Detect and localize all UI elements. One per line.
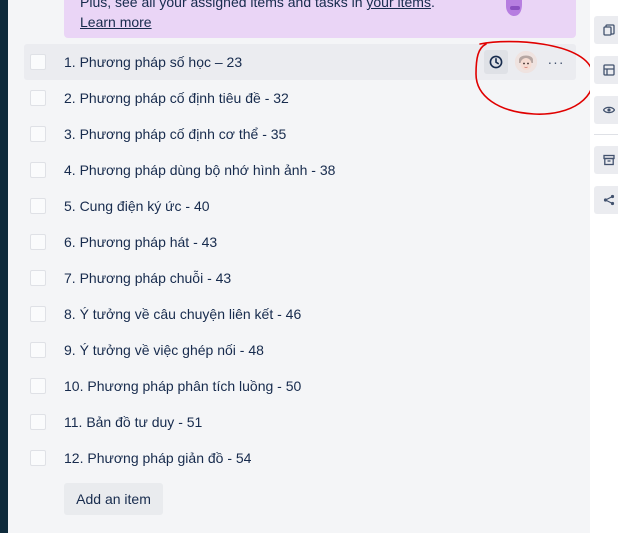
item-checkbox[interactable]: [30, 198, 46, 214]
template-icon: [603, 64, 615, 76]
more-icon: ···: [547, 54, 565, 70]
checklist-item[interactable]: 4. Phương pháp dùng bộ nhớ hình ảnh - 38: [24, 152, 576, 188]
item-label[interactable]: 2. Phương pháp cố định tiêu đề - 32: [64, 89, 289, 107]
checklist-item[interactable]: 9. Ý tưởng về việc ghép nối - 48: [24, 332, 576, 368]
watch-button[interactable]: [594, 96, 618, 124]
item-label[interactable]: 1. Phương pháp số học – 23: [64, 53, 242, 71]
checklist-item[interactable]: 2. Phương pháp cố định tiêu đề - 32: [24, 80, 576, 116]
item-checkbox[interactable]: [30, 414, 46, 430]
learn-more-link[interactable]: Learn more: [80, 12, 152, 32]
item-checkbox[interactable]: [30, 234, 46, 250]
item-checkbox[interactable]: [30, 270, 46, 286]
item-actions: ···: [484, 50, 568, 74]
archive-button[interactable]: [594, 146, 618, 174]
make-template-button[interactable]: [594, 56, 618, 84]
app-left-rail: [0, 0, 8, 533]
item-checkbox[interactable]: [30, 126, 46, 142]
promo-text: Plus, see all your assigned items and ta…: [80, 0, 435, 12]
item-label[interactable]: 3. Phương pháp cố định cơ thể - 35: [64, 125, 286, 143]
item-label[interactable]: 6. Phương pháp hát - 43: [64, 233, 217, 251]
share-icon: [603, 194, 615, 206]
pointing-hand-icon: [506, 0, 522, 16]
checklist-item[interactable]: 8. Ý tưởng về câu chuyện liên kết - 46: [24, 296, 576, 332]
card-actions-sidebar: [590, 0, 618, 533]
your-items-link[interactable]: your items: [366, 0, 431, 10]
checklist-item[interactable]: 12. Phương pháp giản đồ - 54: [24, 440, 576, 476]
copy-button[interactable]: [594, 16, 618, 44]
copy-icon: [603, 24, 615, 36]
item-checkbox[interactable]: [30, 306, 46, 322]
item-checkbox[interactable]: [30, 54, 46, 70]
item-checkbox[interactable]: [30, 378, 46, 394]
share-button[interactable]: [594, 186, 618, 214]
item-label[interactable]: 5. Cung điện ký ức - 40: [64, 197, 210, 215]
archive-icon: [603, 154, 615, 166]
checklist-item[interactable]: 5. Cung điện ký ức - 40: [24, 188, 576, 224]
item-label[interactable]: 8. Ý tưởng về câu chuyện liên kết - 46: [64, 305, 301, 323]
item-label[interactable]: 4. Phương pháp dùng bộ nhớ hình ảnh - 38: [64, 161, 335, 179]
checklist-item[interactable]: 3. Phương pháp cố định cơ thể - 35: [24, 116, 576, 152]
avatar: [515, 51, 537, 73]
assign-member-button[interactable]: [514, 50, 538, 74]
item-label[interactable]: 7. Phương pháp chuỗi - 43: [64, 269, 231, 287]
checklist-item[interactable]: 1. Phương pháp số học – 23 ···: [24, 44, 576, 80]
item-checkbox[interactable]: [30, 90, 46, 106]
item-checkbox[interactable]: [30, 162, 46, 178]
more-options-button[interactable]: ···: [544, 50, 568, 74]
item-label[interactable]: 9. Ý tưởng về việc ghép nối - 48: [64, 341, 264, 359]
item-label[interactable]: 10. Phương pháp phân tích luồng - 50: [64, 377, 301, 395]
add-item-button[interactable]: Add an item: [64, 483, 163, 515]
promo-text-suffix: .: [430, 0, 435, 10]
checklist-item[interactable]: 7. Phương pháp chuỗi - 43: [24, 260, 576, 296]
item-label[interactable]: 12. Phương pháp giản đồ - 54: [64, 449, 251, 467]
due-date-button[interactable]: [484, 50, 508, 74]
sidebar-divider: [594, 134, 618, 135]
item-checkbox[interactable]: [30, 342, 46, 358]
promo-banner: Plus, see all your assigned items and ta…: [64, 0, 576, 38]
watch-icon: [603, 106, 615, 114]
checklist: 1. Phương pháp số học – 23 ··· 2. Phương…: [24, 44, 576, 476]
checklist-item[interactable]: 11. Bản đồ tư duy - 51: [24, 404, 576, 440]
item-label[interactable]: 11. Bản đồ tư duy - 51: [64, 413, 202, 431]
clock-icon: [489, 55, 503, 69]
promo-text-prefix: Plus, see all your assigned items and ta…: [80, 0, 367, 10]
item-checkbox[interactable]: [30, 450, 46, 466]
checklist-item[interactable]: 6. Phương pháp hát - 43: [24, 224, 576, 260]
checklist-item[interactable]: 10. Phương pháp phân tích luồng - 50: [24, 368, 576, 404]
